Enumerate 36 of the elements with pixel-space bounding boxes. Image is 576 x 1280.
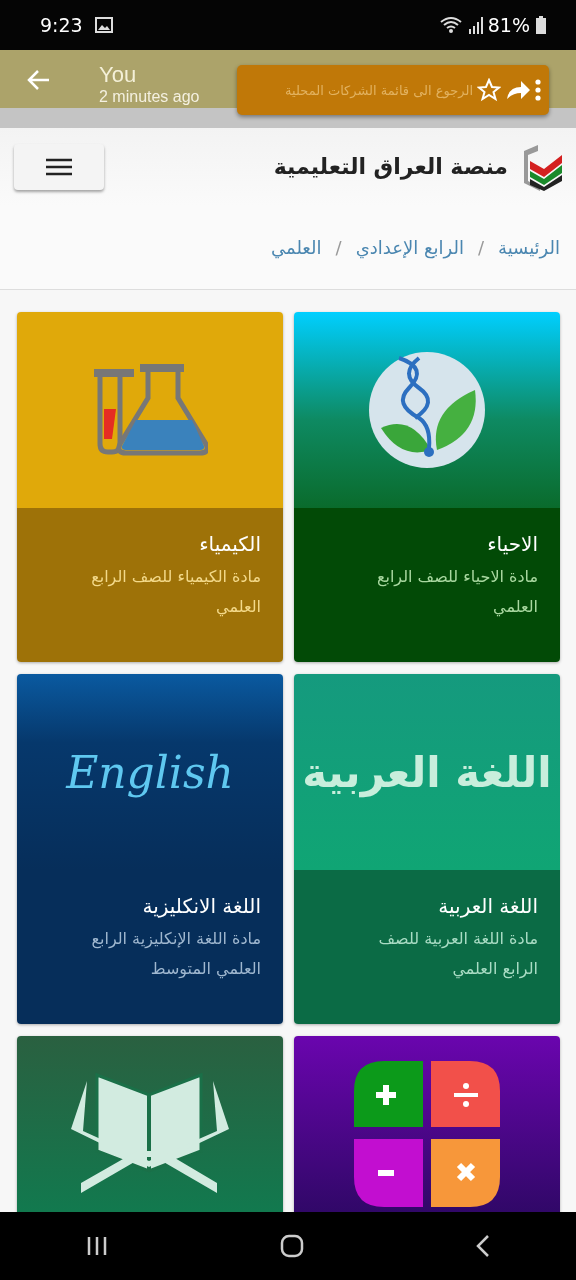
subject-description: مادة اللغة العربية للصف الرابع العلمي bbox=[377, 928, 538, 981]
subject-description: مادة الكيمياء للصف الرابع العلمي bbox=[90, 566, 261, 619]
battery-percent: 81% bbox=[487, 14, 530, 36]
recent-apps-icon[interactable] bbox=[86, 1235, 108, 1257]
menu-button[interactable] bbox=[14, 143, 104, 190]
more-options-icon[interactable] bbox=[535, 79, 541, 101]
math-operators-icon bbox=[354, 1061, 500, 1207]
chat-subtitle: 2 minutes ago bbox=[99, 88, 200, 106]
star-icon[interactable] bbox=[477, 78, 501, 102]
lab-glassware-icon bbox=[92, 364, 208, 456]
breadcrumb-separator: / bbox=[335, 236, 342, 258]
subject-title: الكيمياء bbox=[198, 532, 261, 556]
breadcrumb-link[interactable]: العلمي bbox=[271, 236, 322, 258]
subject-description: مادة اللغة الإنكليزية الرابع العلمي المتوسط bbox=[90, 928, 261, 981]
breadcrumb-separator: / bbox=[477, 236, 484, 258]
platform-title: منصة العراق التعليمية bbox=[272, 154, 508, 179]
art-text: اللغة العربية bbox=[302, 747, 552, 797]
subject-description: مادة الاحياء للصف الرابع العلمي bbox=[375, 566, 538, 619]
breadcrumb-link[interactable]: الرئيسية bbox=[498, 236, 560, 258]
wifi-icon bbox=[439, 16, 462, 34]
share-arrow-icon[interactable] bbox=[505, 79, 531, 101]
art-text: English bbox=[66, 746, 234, 798]
clock-time: 9:23 bbox=[40, 14, 83, 36]
home-icon[interactable] bbox=[280, 1234, 304, 1258]
menu-icon bbox=[46, 157, 72, 176]
back-icon[interactable] bbox=[476, 1234, 490, 1258]
signal-icon bbox=[467, 16, 484, 34]
breadcrumb-link[interactable]: الرابع الإعدادي bbox=[355, 236, 464, 258]
subject-title: اللغة الانكليزية bbox=[141, 894, 261, 918]
battery-icon bbox=[536, 16, 546, 34]
banner-text: الرجوع الى قائمة الشركات المحلية bbox=[285, 82, 473, 98]
subject-title: الاحياء bbox=[486, 532, 538, 556]
subject-title: اللغة العربية bbox=[437, 894, 538, 918]
dna-leaf-icon bbox=[367, 350, 487, 470]
image-icon bbox=[94, 17, 113, 33]
chat-title: You bbox=[99, 62, 138, 88]
